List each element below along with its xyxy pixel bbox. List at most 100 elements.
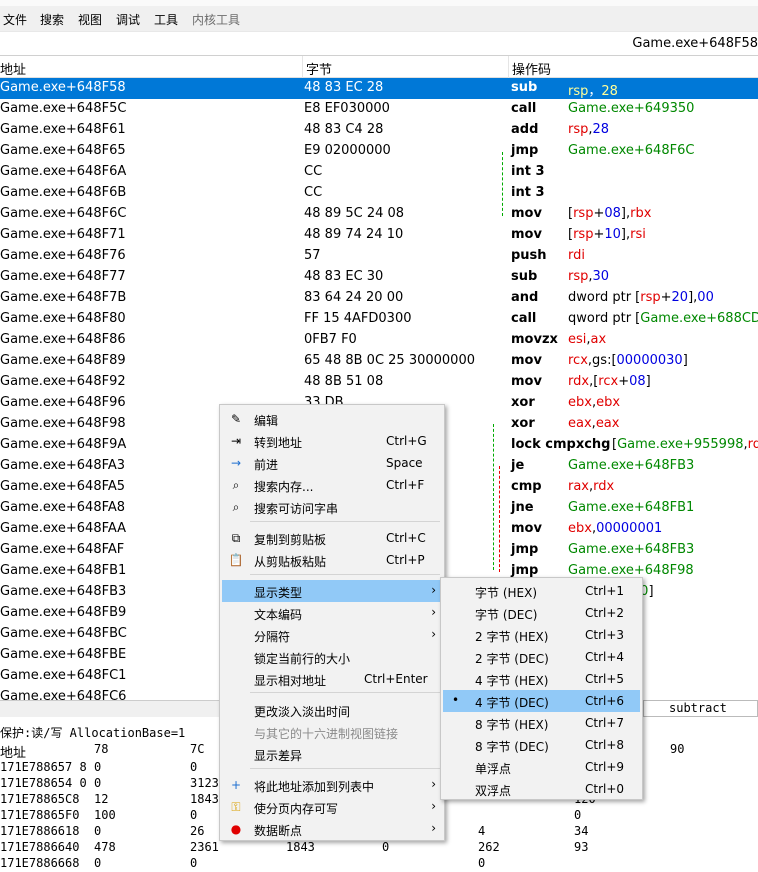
disassembly-row[interactable]: Game.exe+648F71 48 89 74 24 10 mov [rsp+10]… [0, 225, 758, 246]
display-type-option[interactable]: 2 字节 (DEC) Ctrl+4 [443, 646, 640, 668]
jump-arrow [502, 152, 503, 216]
context-menu-item[interactable]: ⚿ 使分页内存可写 › [222, 796, 442, 818]
display-type-option[interactable]: 4 字节 (HEX) Ctrl+5 [443, 668, 640, 690]
display-type-option[interactable]: 8 字节 (HEX) Ctrl+7 [443, 712, 640, 734]
context-menu-item[interactable]: ✎ 编辑 [222, 408, 442, 430]
row-bytes: 48 83 EC 30 [304, 269, 384, 284]
context-menu-shortcut: Ctrl+Enter [364, 672, 428, 686]
row-operands: rdi [568, 248, 585, 263]
context-menu-item[interactable]: 显示相对地址 Ctrl+Enter [222, 668, 442, 690]
operand-token: ], [620, 227, 631, 242]
menu-debug[interactable]: 调试 [116, 11, 140, 28]
row-operands: rdx,[rcx+08] [568, 374, 651, 389]
row-operands: Game.exe+648F6C [568, 143, 694, 158]
context-menu-label: 将此地址添加到列表中 [254, 780, 375, 794]
context-menu-item[interactable]: → 前进 Space [222, 452, 442, 474]
hex-cell: 0 [94, 856, 102, 870]
row-address: Game.exe+648F92 [0, 374, 126, 389]
menu-search[interactable]: 搜索 [40, 11, 64, 28]
context-menu-item[interactable]: 显示类型 › [222, 580, 442, 602]
row-address: Game.exe+648FB1 [0, 563, 127, 578]
disassembly-row[interactable]: Game.exe+648F65 E9 02000000 jmp Game.exe+64… [0, 141, 758, 162]
hex-cell: 0 [382, 840, 390, 854]
hex-row[interactable]: 171E7886668 0 0 0 [0, 856, 758, 872]
hex-cell: 100 [94, 808, 116, 822]
context-menu-item[interactable]: 📋 从剪贴板粘贴 Ctrl+P [222, 549, 442, 571]
display-type-label: 字节 (HEX) [475, 586, 538, 600]
context-menu-item[interactable]: ⌕ 搜索可访问字串 [222, 496, 442, 518]
row-address: Game.exe+648F58 [0, 80, 126, 95]
menu-view[interactable]: 视图 [78, 11, 102, 28]
operand-token: 30 [592, 269, 610, 284]
row-mnemonic: movzx [511, 332, 558, 347]
row-operands: Game.exe+648FB1 [568, 500, 694, 515]
disassembly-row[interactable]: Game.exe+648F77 48 83 EC 30 sub rsp,30 [0, 267, 758, 288]
context-menu-item[interactable]: 文本编码 › [222, 602, 442, 624]
column-divider[interactable] [508, 56, 509, 78]
context-menu-item[interactable]: + 将此地址添加到列表中 › [222, 774, 442, 796]
operand-token: ] [682, 353, 688, 368]
disassembly-row[interactable]: Game.exe+648F7B 83 64 24 20 00 and dword pt… [0, 288, 758, 309]
display-type-option[interactable]: • 4 字节 (DEC) Ctrl+6 [443, 690, 640, 712]
column-divider[interactable] [302, 56, 303, 78]
context-menu-item[interactable]: 显示差异 [222, 743, 442, 765]
display-type-label: 字节 (DEC) [475, 608, 538, 622]
context-menu-item[interactable]: ⧉ 复制到剪贴板 Ctrl+C [222, 527, 442, 549]
context-menu-item[interactable]: 更改淡入淡出时间 [222, 699, 442, 721]
row-operands: rcx,gs:[00000030] [568, 353, 688, 368]
context-menu-shortcut: Ctrl+C [386, 531, 426, 545]
row-mnemonic: int 3 [511, 164, 545, 179]
disassembly-row[interactable]: Game.exe+648F6A CC int 3 [0, 162, 758, 183]
disassembly-row[interactable]: Game.exe+648F92 48 8B 51 08 mov rdx,[rcx+08… [0, 372, 758, 393]
column-address[interactable]: 地址 [0, 59, 26, 78]
display-type-option[interactable]: 8 字节 (DEC) Ctrl+8 [443, 734, 640, 756]
menu-separator [250, 521, 440, 522]
disassembly-row[interactable]: Game.exe+648F58 48 83 EC 28 sub rsp，28 [0, 78, 758, 99]
display-type-option[interactable]: 单浮点 Ctrl+9 [443, 756, 640, 778]
disassembly-row[interactable]: Game.exe+648F6C 48 89 5C 24 08 mov [rsp+08]… [0, 204, 758, 225]
row-address: Game.exe+648F61 [0, 122, 126, 137]
display-type-option[interactable]: 2 字节 (HEX) Ctrl+3 [443, 624, 640, 646]
row-mnemonic: and [511, 290, 539, 305]
context-menu-item[interactable]: 分隔符 › [222, 624, 442, 646]
operand-token: rsp [568, 269, 589, 284]
subtract-label: subtract [643, 700, 758, 717]
display-type-option[interactable]: 双浮点 Ctrl+0 [443, 778, 640, 800]
context-menu-item[interactable]: ● 数据断点 › [222, 818, 442, 840]
row-bytes: 48 89 5C 24 08 [304, 206, 405, 221]
display-type-shortcut: Ctrl+1 [585, 584, 625, 598]
row-address: Game.exe+648FAA [0, 521, 127, 536]
disassembly-row[interactable]: Game.exe+648F86 0FB7 F0 movzx esi,ax [0, 330, 758, 351]
hex-row-address: 171E7886640 [0, 840, 80, 854]
paste-icon: 📋 [228, 553, 244, 567]
context-menu-label: 显示差异 [254, 749, 303, 763]
disassembly-row[interactable]: Game.exe+648F80 FF 15 4AFD0300 call qword p… [0, 309, 758, 330]
column-opcode[interactable]: 操作码 [512, 59, 551, 78]
operand-token: Game.exe+648F6C [568, 143, 695, 158]
context-menu-item[interactable]: ⌕ 搜索内存... Ctrl+F [222, 474, 442, 496]
row-bytes: 48 8B 51 08 [304, 374, 384, 389]
operand-token: 08 [604, 206, 621, 221]
disassembly-row[interactable]: Game.exe+648F5C E8 EF030000 call Game.exe+6… [0, 99, 758, 120]
disassembly-row[interactable]: Game.exe+648F6B CC int 3 [0, 183, 758, 204]
hex-cell: 262 [478, 840, 500, 854]
operand-token: + [593, 227, 605, 242]
row-mnemonic: xor [511, 416, 535, 431]
protection-info: 保护:读/写 AllocationBase=1 [0, 726, 186, 740]
column-bytes[interactable]: 字节 [306, 59, 332, 78]
context-menu-item[interactable]: ⇥ 转到地址 Ctrl+G [222, 430, 442, 452]
context-menu-shortcut: Space [386, 456, 423, 470]
menu-file[interactable]: 文件 [3, 11, 27, 28]
row-mnemonic: sub [511, 269, 538, 284]
context-menu-item[interactable]: 锁定当前行的大小 [222, 646, 442, 668]
display-type-option[interactable]: 字节 (DEC) Ctrl+2 [443, 602, 640, 624]
menu-tools[interactable]: 工具 [154, 11, 178, 28]
display-type-shortcut: Ctrl+9 [585, 760, 625, 774]
hex-row[interactable]: 171E7886640 478 2361 1843 0 262 93 [0, 840, 758, 856]
display-type-option[interactable]: 字节 (HEX) Ctrl+1 [443, 580, 640, 602]
row-bytes: 48 83 EC 28 [304, 80, 384, 95]
disassembly-row[interactable]: Game.exe+648F89 65 48 8B 0C 25 30000000 mo… [0, 351, 758, 372]
current-address: Game.exe+648F58 [632, 36, 758, 51]
disassembly-row[interactable]: Game.exe+648F61 48 83 C4 28 add rsp,28 [0, 120, 758, 141]
disassembly-row[interactable]: Game.exe+648F76 57 push rdi [0, 246, 758, 267]
